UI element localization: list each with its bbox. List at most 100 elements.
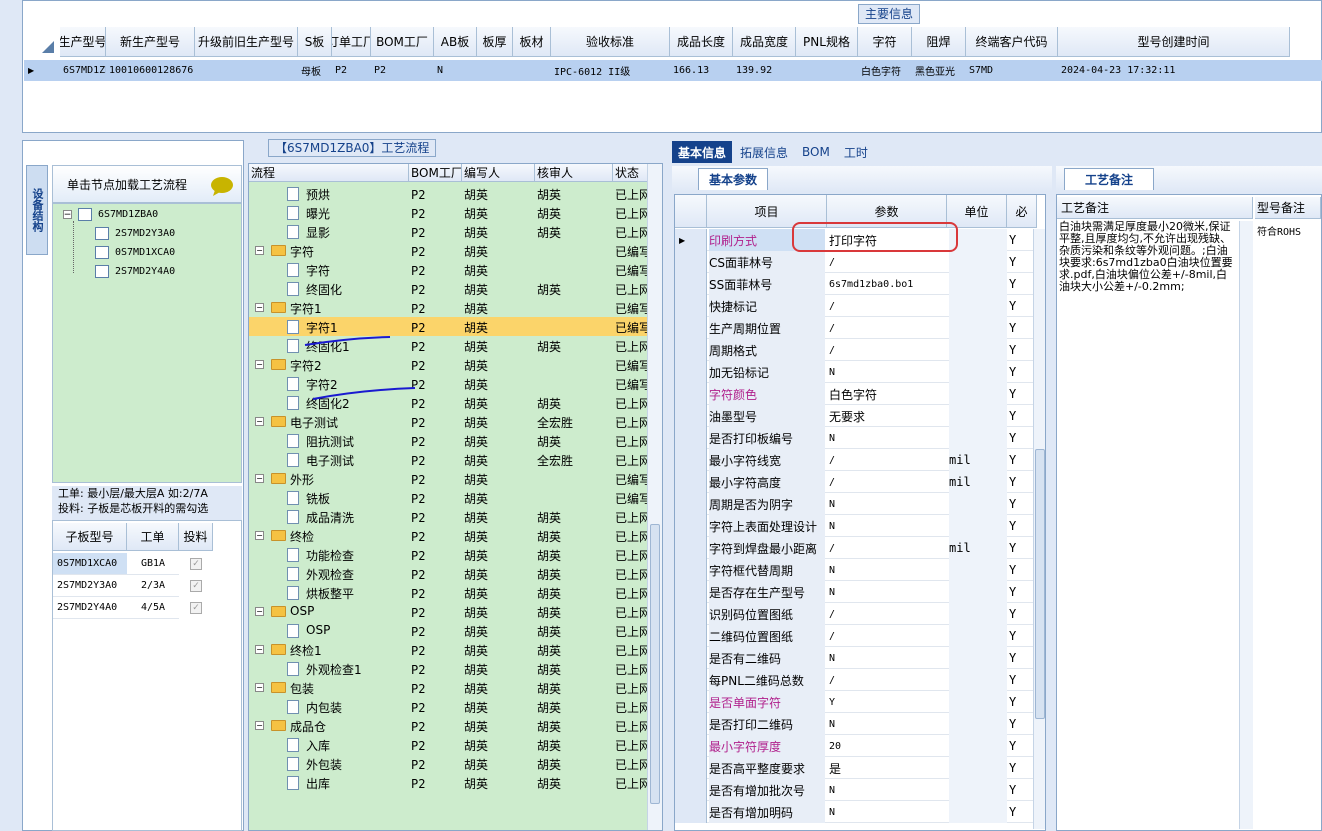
param-row[interactable]: 字符框代替周期 N Y	[675, 559, 1045, 581]
param-value-cell[interactable]: /	[829, 471, 945, 493]
param-value-cell[interactable]: 白色字符	[829, 383, 945, 405]
tree-collapse-icon[interactable]: −	[255, 246, 264, 255]
top-col-header[interactable]: PNL规格	[796, 27, 858, 57]
tree-collapse-icon[interactable]: −	[255, 531, 264, 540]
param-value-cell[interactable]: N	[829, 581, 945, 603]
param-value-cell[interactable]: 无要求	[829, 405, 945, 427]
sub-col-header[interactable]: 工单	[127, 523, 179, 551]
top-col-header[interactable]: BOM工厂	[371, 27, 434, 57]
param-row[interactable]: 周期是否为阴字 N Y	[675, 493, 1045, 515]
top-col-header[interactable]: 成品宽度	[733, 27, 796, 57]
param-col-header[interactable]: 项目	[707, 195, 827, 228]
param-value-cell[interactable]: N	[829, 361, 945, 383]
param-row[interactable]: 识别码位置图纸 / Y	[675, 603, 1045, 625]
param-col-header[interactable]: 必	[1007, 195, 1037, 228]
top-col-header[interactable]: 验收标准	[551, 27, 670, 57]
top-col-header[interactable]: 成品长度	[670, 27, 733, 57]
param-row[interactable]: 是否高平整度要求是 Y	[675, 757, 1045, 779]
param-row[interactable]: 每PNL二维码总数 / Y	[675, 669, 1045, 691]
param-row[interactable]: 生产周期位置 / Y	[675, 317, 1045, 339]
feed-checkbox[interactable]: ✓	[190, 558, 202, 570]
feed-checkbox[interactable]: ✓	[190, 580, 202, 592]
param-value-cell[interactable]: N	[829, 713, 945, 735]
param-row[interactable]: 是否打印板编号 N Y	[675, 427, 1045, 449]
tree-collapse-icon[interactable]: −	[255, 474, 264, 483]
tab-extended[interactable]: 拓展信息	[734, 141, 794, 163]
tab-hours[interactable]: 工时	[838, 141, 874, 163]
top-col-header[interactable]: 板材	[513, 27, 551, 57]
param-value-cell[interactable]: N	[829, 427, 945, 449]
param-value-cell[interactable]: N	[829, 647, 945, 669]
vertical-tab-structure[interactable]: 设备结构	[26, 165, 48, 255]
flow-col-header[interactable]: 核审人	[535, 164, 613, 182]
model-note-text[interactable]: 符合ROHS	[1257, 223, 1301, 238]
param-value-cell[interactable]: Y	[829, 691, 945, 713]
param-row[interactable]: ▶ 印刷方式 打印字符 Y	[675, 229, 1045, 251]
param-col-header[interactable]: 单位	[947, 195, 1007, 228]
param-row[interactable]: 是否有增加批次号 N Y	[675, 779, 1045, 801]
param-row[interactable]: CS面菲林号 / Y	[675, 251, 1045, 273]
flow-col-header[interactable]: BOM工厂	[409, 164, 462, 182]
top-cell[interactable]: 母板	[298, 63, 332, 78]
sub-order-cell[interactable]: 2/3A	[127, 575, 179, 597]
param-value-cell[interactable]: 打印字符	[829, 229, 945, 251]
param-col-header[interactable]: 参数	[827, 195, 947, 228]
param-row[interactable]: 快捷标记 / Y	[675, 295, 1045, 317]
top-col-header[interactable]: 板厚	[477, 27, 513, 57]
top-col-header[interactable]: 字符	[858, 27, 912, 57]
param-value-cell[interactable]: /	[829, 295, 945, 317]
param-row[interactable]: 最小字符厚度 20 Y	[675, 735, 1045, 757]
tab-basic-params[interactable]: 基本参数	[698, 168, 769, 190]
sub-col-header[interactable]: 投料	[179, 523, 213, 551]
tree-collapse-icon[interactable]: −	[255, 417, 264, 426]
param-value-cell[interactable]: N	[829, 515, 945, 537]
param-row[interactable]: 是否存在生产型号 N Y	[675, 581, 1045, 603]
top-cell[interactable]: P2	[332, 65, 371, 76]
top-col-header[interactable]: 生产型号	[60, 27, 106, 57]
top-cell[interactable]: 2024-04-23 17:32:11	[1058, 65, 1290, 76]
top-cell[interactable]: IPC-6012 II级	[551, 63, 670, 78]
param-row[interactable]: 字符上表面处理设计 N Y	[675, 515, 1045, 537]
param-row[interactable]: 是否有二维码 N Y	[675, 647, 1045, 669]
param-row[interactable]: 油墨型号 无要求 Y	[675, 405, 1045, 427]
top-cell[interactable]: 6S7MD1ZBA0	[60, 65, 106, 76]
top-col-header[interactable]: 订单工厂	[332, 27, 371, 57]
tree-collapse-icon[interactable]: −	[255, 683, 264, 692]
top-col-header[interactable]: 新生产型号	[106, 27, 195, 57]
process-note-text[interactable]: 白油块需满足厚度最小20微米,保证平整,且厚度均匀,不允许出现残缺、杂质污染和条…	[1059, 221, 1237, 293]
top-cell[interactable]: 166.13	[670, 65, 733, 76]
tab-process-notes[interactable]: 工艺备注	[1064, 168, 1155, 190]
top-cell[interactable]: 10010600128676	[106, 65, 195, 76]
feed-checkbox[interactable]: ✓	[190, 602, 202, 614]
param-scrollbar[interactable]	[1033, 229, 1045, 829]
param-row[interactable]: 二维码位置图纸 / Y	[675, 625, 1045, 647]
top-col-header[interactable]: AB板	[434, 27, 477, 57]
param-scroll-thumb[interactable]	[1035, 449, 1045, 719]
tree-collapse-icon[interactable]: −	[255, 721, 264, 730]
top-col-header[interactable]: 阻焊	[912, 27, 966, 57]
param-value-cell[interactable]: /	[829, 537, 945, 559]
load-flow-header[interactable]: 单击节点加载工艺流程	[52, 165, 242, 203]
param-value-cell[interactable]: /	[829, 317, 945, 339]
param-row[interactable]: 字符颜色 白色字符 Y	[675, 383, 1045, 405]
top-cell[interactable]: S7MD	[966, 65, 1058, 76]
param-value-cell[interactable]: 是	[829, 757, 945, 779]
tree-collapse-icon[interactable]: −	[255, 607, 264, 616]
top-cell[interactable]: 黑色亚光	[912, 63, 966, 78]
tree-child-node[interactable]: 2S7MD2Y4A0	[95, 265, 175, 278]
param-value-cell[interactable]: N	[829, 801, 945, 823]
param-value-cell[interactable]: /	[829, 669, 945, 691]
flow-col-header[interactable]: 编写人	[462, 164, 535, 182]
top-col-header[interactable]: 终端客户代码	[966, 27, 1058, 57]
param-value-cell[interactable]: N	[829, 559, 945, 581]
flow-col-header[interactable]: 流程	[249, 164, 409, 182]
top-cell[interactable]: N	[434, 65, 477, 76]
param-row[interactable]: 加无铅标记 N Y	[675, 361, 1045, 383]
param-row[interactable]: 是否单面字符 Y Y	[675, 691, 1045, 713]
param-value-cell[interactable]: 6s7md1zba0.bo1	[829, 273, 945, 295]
tree-collapse-icon[interactable]: −	[255, 360, 264, 369]
param-value-cell[interactable]: /	[829, 251, 945, 273]
param-value-cell[interactable]: 20	[829, 735, 945, 757]
sub-model-cell[interactable]: 2S7MD2Y3A0	[53, 575, 127, 597]
top-grid-row[interactable]: ▶6S7MD1ZBA010010600128676母板P2P2NIPC-6012…	[24, 60, 1322, 81]
